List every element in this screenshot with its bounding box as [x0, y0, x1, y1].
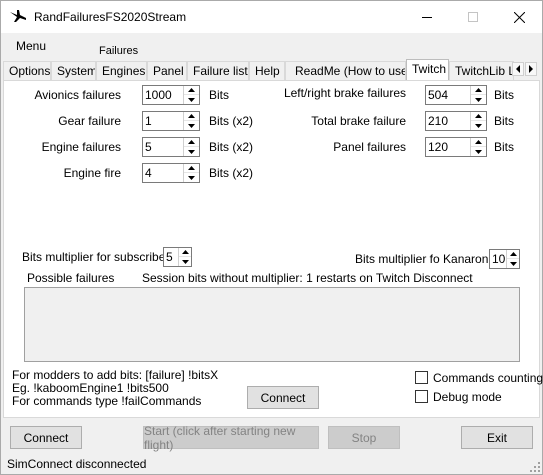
arrow-left-icon: [516, 65, 520, 73]
commands-counting-checkbox[interactable]: [415, 371, 428, 384]
close-button[interactable]: [496, 1, 542, 33]
spin-up-icon[interactable]: [471, 138, 486, 147]
panel-failures-label: Panel failures: [333, 140, 406, 154]
status-text: SimConnect disconnected: [7, 457, 147, 471]
possible-failures-list[interactable]: [24, 287, 520, 362]
tab-system[interactable]: System: [51, 61, 96, 80]
menu-strip: Menu Failures: [1, 33, 542, 61]
failures-group-label: Failures: [99, 45, 139, 57]
engine-failures-input[interactable]: 5: [142, 137, 200, 157]
gear-failure-input[interactable]: 1: [142, 111, 200, 131]
gear-failure-unit: Bits (x2): [209, 114, 254, 128]
panel-failures-unit: Bits: [494, 140, 515, 154]
kanaron-multiplier-label: Bits multiplier fo Kanaron ;): [355, 252, 500, 266]
spin-up-icon[interactable]: [179, 248, 191, 257]
total-brake-failure-spinner[interactable]: [470, 112, 486, 130]
tab-panel[interactable]: Panel: [147, 61, 187, 80]
avionics-failures-input[interactable]: 1000: [142, 85, 200, 105]
start-button[interactable]: Start (click after starting new flight): [143, 424, 319, 452]
spin-down-icon[interactable]: [471, 147, 486, 156]
subscriber-multiplier-input[interactable]: 5: [163, 247, 192, 267]
exit-button[interactable]: Exit: [461, 426, 533, 449]
spin-up-icon[interactable]: [471, 86, 486, 95]
engine-fire-input[interactable]: 4: [142, 163, 200, 183]
tab-readme[interactable]: ReadMe (How to use): [285, 61, 406, 80]
connect-button[interactable]: Connect: [10, 426, 82, 449]
tab-twitch[interactable]: Twitch: [406, 59, 449, 80]
minimize-button[interactable]: [404, 1, 450, 33]
spin-up-icon[interactable]: [471, 112, 486, 121]
tab-scroll-left-button[interactable]: [512, 62, 524, 76]
engine-fire-unit: Bits (x2): [209, 166, 254, 180]
avionics-failures-spinner[interactable]: [183, 86, 199, 104]
engine-fire-spinner[interactable]: [183, 164, 199, 182]
maximize-button: [450, 1, 496, 33]
modders-info-line2: Eg. !kaboomEngine1 !bits500: [12, 381, 169, 395]
spin-down-icon[interactable]: [471, 121, 486, 130]
tab-help[interactable]: Help: [249, 61, 285, 80]
close-icon: [513, 11, 525, 23]
status-bar: SimConnect disconnected: [1, 454, 542, 474]
stop-button[interactable]: Stop: [328, 426, 400, 449]
title-bar: RandFailuresFS2020Stream: [1, 1, 542, 33]
lr-brake-failures-label: Left/right brake failures: [283, 86, 406, 100]
spin-up-icon[interactable]: [507, 250, 519, 259]
avionics-failures-label: Avionics failures: [34, 88, 121, 102]
spin-down-icon[interactable]: [507, 259, 519, 268]
panel-failures-spinner[interactable]: [470, 138, 486, 156]
spin-up-icon[interactable]: [184, 164, 199, 173]
engine-failures-spinner[interactable]: [183, 138, 199, 156]
app-window: RandFailuresFS2020Stream Menu Failures O…: [0, 0, 543, 475]
total-brake-failure-unit: Bits: [494, 114, 515, 128]
tab-twitchlib[interactable]: TwitchLib L: [449, 61, 514, 80]
possible-failures-label: Possible failures: [27, 271, 115, 285]
avionics-failures-unit: Bits: [209, 88, 230, 102]
arrow-right-icon: [529, 65, 533, 73]
modders-info-line1: For modders to add bits: [failure] !bits…: [12, 368, 219, 382]
total-brake-failure-input[interactable]: 210: [425, 111, 487, 131]
tab-scroll-right-button[interactable]: [525, 62, 537, 76]
kanaron-multiplier-input[interactable]: 10: [489, 249, 520, 269]
debug-mode-checkbox[interactable]: [415, 390, 428, 403]
debug-mode-label[interactable]: Debug mode: [433, 390, 502, 404]
twitch-tab-page: Avionics failures 1000 Bits Gear failure…: [3, 80, 543, 418]
engine-fire-label: Engine fire: [63, 166, 121, 180]
spin-down-icon[interactable]: [184, 121, 199, 130]
maximize-icon: [468, 12, 478, 22]
engine-failures-unit: Bits (x2): [209, 140, 254, 154]
resize-grip-icon[interactable]: [530, 462, 540, 472]
engine-failures-label: Engine failures: [41, 140, 121, 154]
lr-brake-failures-input[interactable]: 504: [425, 85, 487, 105]
spin-down-icon[interactable]: [184, 95, 199, 104]
lr-brake-failures-unit: Bits: [494, 88, 515, 102]
commands-counting-label[interactable]: Commands counting: [433, 371, 543, 385]
session-bits-label: Session bits without multiplier: 1 resta…: [142, 271, 473, 285]
spin-up-icon[interactable]: [184, 138, 199, 147]
tab-strip: Options System Engines Panel Failure lis…: [1, 59, 542, 80]
gear-failure-spinner[interactable]: [183, 112, 199, 130]
airplane-icon: [10, 10, 26, 22]
tab-failure-list[interactable]: Failure list: [187, 61, 249, 80]
menu-item-menu[interactable]: Menu: [16, 39, 46, 53]
subscriber-multiplier-spinner[interactable]: [178, 248, 191, 266]
window-title: RandFailuresFS2020Stream: [34, 10, 187, 24]
subscriber-multiplier-label: Bits multiplier for subscribers: [22, 250, 176, 264]
tab-options[interactable]: Options: [3, 61, 51, 80]
gear-failure-label: Gear failure: [58, 114, 121, 128]
panel-failures-input[interactable]: 120: [425, 137, 487, 157]
spin-down-icon[interactable]: [471, 95, 486, 104]
spin-up-icon[interactable]: [184, 86, 199, 95]
twitch-connect-button[interactable]: Connect: [247, 386, 319, 409]
spin-up-icon[interactable]: [184, 112, 199, 121]
minimize-icon: [422, 17, 432, 18]
lr-brake-failures-spinner[interactable]: [470, 86, 486, 104]
modders-info-line3: For commands type !failCommands: [12, 394, 202, 408]
tab-engines[interactable]: Engines: [96, 61, 147, 80]
spin-down-icon[interactable]: [179, 257, 191, 266]
kanaron-multiplier-spinner[interactable]: [506, 250, 519, 268]
spin-down-icon[interactable]: [184, 147, 199, 156]
total-brake-failure-label: Total brake failure: [311, 114, 406, 128]
spin-down-icon[interactable]: [184, 173, 199, 182]
